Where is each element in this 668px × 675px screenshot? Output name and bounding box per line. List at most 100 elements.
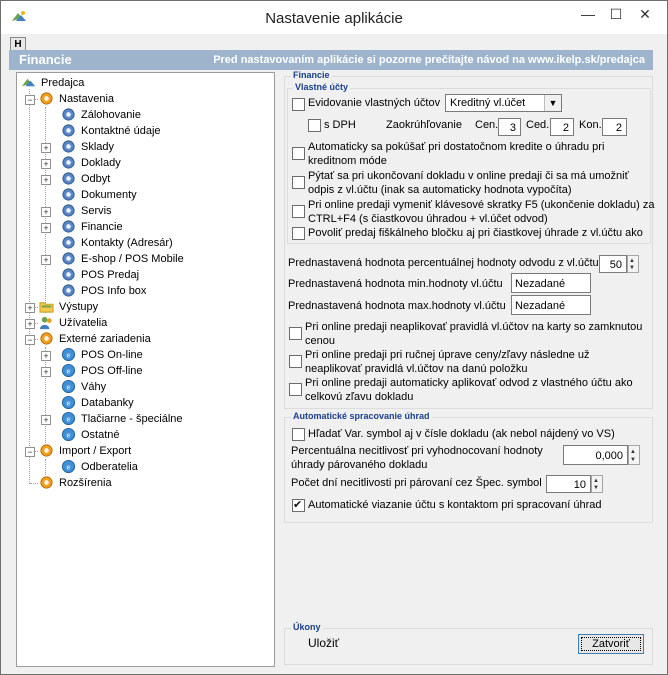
gear-icon bbox=[40, 444, 53, 457]
expand-icon[interactable]: + bbox=[41, 207, 51, 217]
tolerance-spinner[interactable]: ▲ ▼ bbox=[628, 445, 640, 465]
folder-icon bbox=[39, 302, 54, 313]
auto-credit-label: Automaticky sa pokúšať pri dostatočnom k… bbox=[308, 141, 605, 153]
locked-price-checkbox[interactable] bbox=[289, 327, 302, 340]
cen-input[interactable]: 3 bbox=[498, 118, 521, 136]
fiscal-receipt-label: Povoliť predaj fiškálneho bločku aj pri … bbox=[308, 227, 643, 239]
title-bar: Nastavenie aplikácie — ☐ ✕ bbox=[1, 1, 667, 34]
var-symbol-label: Hľadať Var. symbol aj v čísle dokladu (a… bbox=[308, 428, 615, 440]
auto-credit-checkbox[interactable] bbox=[292, 147, 305, 160]
actions-title: Úkony bbox=[291, 622, 323, 632]
spin-down-icon: ▼ bbox=[593, 485, 599, 491]
section-title: Financie bbox=[19, 52, 72, 67]
expand-icon[interactable]: + bbox=[25, 303, 35, 313]
gear-icon bbox=[40, 332, 53, 345]
svg-text:e: e bbox=[66, 398, 70, 407]
expand-icon[interactable]: + bbox=[41, 223, 51, 233]
settings-window: Nastavenie aplikácie — ☐ ✕ H Financie Pr… bbox=[0, 0, 668, 675]
expand-icon[interactable]: + bbox=[41, 143, 51, 153]
locked-price-label: Pri online predaji neaplikovať pravidlá … bbox=[305, 321, 643, 333]
device-icon: e bbox=[61, 395, 76, 410]
gear-icon bbox=[62, 108, 75, 121]
manual-price-label: Pri online predaji pri ručnej úprave cen… bbox=[305, 349, 590, 361]
link-contact-checkbox[interactable] bbox=[292, 498, 305, 512]
min-value-input[interactable]: Nezadané bbox=[511, 273, 591, 293]
swap-shortcuts-label: Pri online predaji vymeniť klávesové skr… bbox=[308, 199, 655, 211]
svg-text:e: e bbox=[66, 366, 70, 375]
swap-shortcuts-checkbox[interactable] bbox=[292, 205, 305, 218]
spin-up-icon: ▲ bbox=[593, 478, 599, 484]
gear-icon bbox=[40, 476, 53, 489]
close-window-button[interactable]: ✕ bbox=[622, 3, 668, 25]
ask-writeoff-checkbox[interactable] bbox=[292, 176, 305, 189]
auto-discount-checkbox[interactable] bbox=[289, 383, 302, 396]
tolerance-input[interactable]: 0,000 bbox=[563, 445, 628, 465]
percent-default-label: Prednastavená hodnota percentuálnej hodn… bbox=[288, 257, 599, 269]
svg-text:e: e bbox=[66, 462, 70, 471]
days-spinner[interactable]: ▲ ▼ bbox=[591, 475, 603, 493]
expand-icon[interactable]: + bbox=[41, 175, 51, 185]
days-tolerance-label: Počet dní necitlivosti pri párovaní cez … bbox=[291, 477, 542, 489]
percent-spinner[interactable]: ▲ ▼ bbox=[627, 255, 639, 273]
account-type-select[interactable]: Kreditný vl.účet ▼ bbox=[445, 94, 562, 112]
cen-label: Cen. bbox=[475, 119, 499, 131]
gear-icon bbox=[62, 188, 75, 201]
header-banner: Financie Pred nastavovaním aplikácie si … bbox=[9, 50, 653, 70]
gear-icon bbox=[62, 124, 75, 137]
collapse-icon[interactable]: − bbox=[25, 95, 35, 105]
rounding-label: Zaokrúhľovanie bbox=[386, 119, 462, 131]
help-notice: Pred nastavovaním aplikácie si pozorne p… bbox=[213, 54, 645, 66]
gear-icon bbox=[62, 220, 75, 233]
gear-icon bbox=[62, 156, 75, 169]
gear-icon bbox=[62, 268, 75, 281]
gear-icon bbox=[62, 252, 75, 265]
chevron-down-icon: ▼ bbox=[544, 95, 561, 111]
svg-text:e: e bbox=[66, 414, 70, 423]
help-tab[interactable]: H bbox=[10, 37, 26, 51]
app-icon bbox=[21, 78, 36, 87]
gear-icon bbox=[62, 172, 75, 185]
max-value-input[interactable]: Nezadané bbox=[511, 295, 591, 315]
device-icon: e bbox=[61, 411, 76, 426]
ced-label: Ced. bbox=[526, 119, 550, 131]
save-button[interactable]: Uložiť bbox=[308, 636, 339, 650]
s-dph-checkbox[interactable] bbox=[308, 119, 321, 132]
ced-input[interactable]: 2 bbox=[550, 118, 574, 136]
minimize-button[interactable]: — bbox=[574, 3, 602, 25]
expand-icon[interactable]: + bbox=[25, 319, 35, 329]
collapse-icon[interactable]: − bbox=[25, 447, 35, 457]
device-icon: e bbox=[61, 459, 76, 474]
link-contact-label: Automatické viazanie účtu s kontaktom pr… bbox=[308, 499, 602, 511]
expand-icon[interactable]: + bbox=[41, 159, 51, 169]
tolerance-label: Percentuálna necitlivosť pri vyhodnocova… bbox=[291, 445, 543, 457]
kon-input[interactable]: 2 bbox=[602, 118, 627, 136]
collapse-icon[interactable]: − bbox=[25, 335, 35, 345]
gear-icon bbox=[62, 204, 75, 217]
percent-default-input[interactable]: 50 bbox=[599, 255, 627, 273]
expand-icon[interactable]: + bbox=[41, 367, 51, 377]
s-dph-label: s DPH bbox=[324, 119, 356, 131]
device-icon: e bbox=[61, 347, 76, 362]
days-tolerance-input[interactable]: 10 bbox=[546, 475, 591, 493]
auto-payment-title: Automatické spracovanie úhrad bbox=[291, 411, 432, 421]
users-icon bbox=[39, 316, 52, 330]
fiscal-receipt-checkbox[interactable] bbox=[292, 227, 305, 240]
spin-up-icon: ▲ bbox=[630, 449, 636, 455]
expand-icon[interactable]: + bbox=[41, 415, 51, 425]
device-icon: e bbox=[61, 363, 76, 378]
kon-label: Kon. bbox=[579, 119, 602, 131]
evidovanie-checkbox[interactable] bbox=[292, 98, 305, 111]
expand-icon[interactable]: + bbox=[41, 351, 51, 361]
close-button[interactable]: Zatvoriť bbox=[578, 634, 644, 654]
expand-icon[interactable]: + bbox=[41, 255, 51, 265]
device-icon: e bbox=[61, 379, 76, 394]
auto-discount-label: Pri online predaji automaticky aplikovať… bbox=[305, 377, 633, 389]
manual-price-checkbox[interactable] bbox=[289, 355, 302, 368]
var-symbol-checkbox[interactable] bbox=[292, 428, 305, 441]
gear-icon bbox=[62, 236, 75, 249]
vlastne-ucty-title: Vlastné účty bbox=[293, 82, 351, 92]
navigation-tree: Predajca − Nastavenia Zálohovanie Kontak… bbox=[16, 72, 275, 667]
gear-icon bbox=[62, 284, 75, 297]
svg-text:e: e bbox=[66, 350, 70, 359]
spin-down-icon: ▼ bbox=[630, 457, 636, 463]
